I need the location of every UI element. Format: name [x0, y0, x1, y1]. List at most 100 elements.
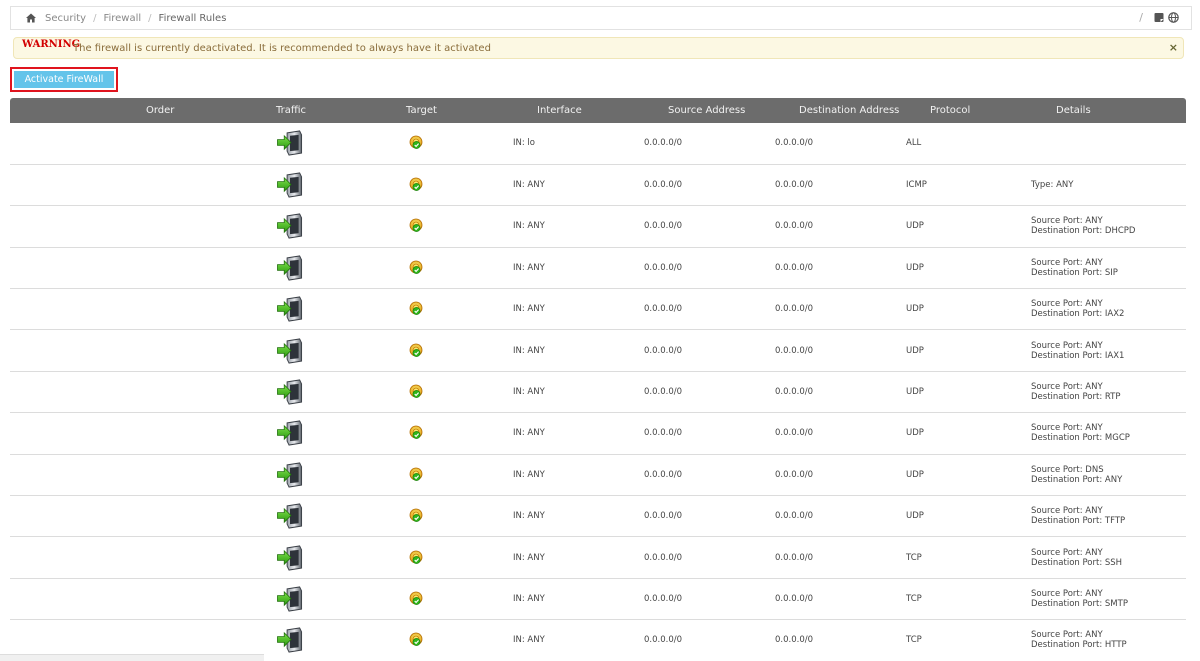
warning-message: The firewall is currently deactivated. I…: [73, 43, 491, 54]
table-row[interactable]: IN: ANY 0.0.0.0/0 0.0.0.0/0 UDP Source Port:…: [10, 288, 1186, 331]
details-line: Source Port: ANY: [1031, 630, 1103, 641]
cell-interface: IN: ANY: [513, 205, 644, 248]
table-row[interactable]: IN: ANY 0.0.0.0/0 0.0.0.0/0 TCP Source Port:…: [10, 536, 1186, 579]
details-line: Source Port: ANY: [1031, 340, 1103, 351]
cell-target: [386, 454, 513, 497]
cell-target: [386, 329, 513, 372]
cell-details: [1031, 123, 1186, 165]
table-row[interactable]: IN: lo 0.0.0.0/0 0.0.0.0/0 ALL: [10, 123, 1186, 165]
details-line: Source Port: DNS: [1031, 464, 1104, 475]
table-row[interactable]: IN: ANY 0.0.0.0/0 0.0.0.0/0 UDP Source Port:…: [10, 495, 1186, 538]
firewall-rules-table: Order Traffic Target Interface Source Ad…: [10, 98, 1186, 661]
cell-order: [10, 205, 253, 248]
table-row[interactable]: IN: ANY 0.0.0.0/0 0.0.0.0/0 TCP Source Port:…: [10, 578, 1186, 621]
traffic-in-icon: [276, 213, 303, 239]
cell-source-address: 0.0.0.0/0: [644, 454, 775, 497]
target-accept-icon: [409, 550, 423, 564]
cell-target: [386, 619, 513, 661]
traffic-in-icon: [276, 627, 303, 653]
table-row[interactable]: IN: ANY 0.0.0.0/0 0.0.0.0/0 UDP Source Port:…: [10, 454, 1186, 497]
table-row[interactable]: IN: ANY 0.0.0.0/0 0.0.0.0/0 ICMP Type: ANY: [10, 164, 1186, 207]
note-icon[interactable]: [1154, 12, 1165, 23]
details-line: Destination Port: RTP: [1031, 392, 1121, 403]
cell-target: [386, 288, 513, 331]
cell-interface: IN: ANY: [513, 454, 644, 497]
cell-details: Source Port: ANY Destination Port: IAX2: [1031, 288, 1186, 331]
horizontal-scrollbar[interactable]: [0, 654, 264, 661]
cell-traffic: [253, 578, 386, 621]
cell-protocol: UDP: [906, 205, 1031, 248]
column-header-protocol[interactable]: Protocol: [906, 98, 1031, 123]
column-header-interface[interactable]: Interface: [513, 98, 644, 123]
warning-label: WARNING: [22, 39, 81, 50]
cell-target: [386, 412, 513, 455]
breadcrumb-separator: /: [148, 12, 152, 24]
traffic-in-icon: [276, 420, 303, 446]
cell-interface: IN: ANY: [513, 329, 644, 372]
cell-order: [10, 288, 253, 331]
cell-protocol: UDP: [906, 495, 1031, 538]
breadcrumb-security[interactable]: Security: [45, 13, 86, 24]
globe-icon[interactable]: [1168, 12, 1179, 23]
cell-order: [10, 578, 253, 621]
column-header-destination-address[interactable]: Destination Address: [775, 98, 906, 123]
details-line: Destination Port: ANY: [1031, 474, 1123, 485]
cell-order: [10, 412, 253, 455]
details-line: Source Port: ANY: [1031, 588, 1103, 599]
table-row[interactable]: IN: ANY 0.0.0.0/0 0.0.0.0/0 UDP Source Port:…: [10, 412, 1186, 455]
cell-interface: IN: ANY: [513, 578, 644, 621]
column-header-traffic[interactable]: Traffic: [253, 98, 386, 123]
cell-order: [10, 495, 253, 538]
details-block: Source Port: ANY Destination Port: RTP: [1031, 382, 1121, 402]
breadcrumb-firewall[interactable]: Firewall: [103, 13, 141, 24]
traffic-in-icon: [276, 503, 303, 529]
cell-traffic: [253, 371, 386, 414]
cell-traffic: [253, 329, 386, 372]
activate-firewall-button[interactable]: Activate FireWall: [14, 71, 114, 88]
column-header-source-address[interactable]: Source Address: [644, 98, 775, 123]
details-block: Source Port: ANY Destination Port: IAX2: [1031, 299, 1124, 319]
cell-protocol: TCP: [906, 619, 1031, 661]
cell-destination-address: 0.0.0.0/0: [775, 205, 906, 248]
details-block: Source Port: ANY Destination Port: SIP: [1031, 258, 1118, 278]
traffic-in-icon: [276, 296, 303, 322]
details-line: Source Port: ANY: [1031, 216, 1103, 227]
target-accept-icon: [409, 218, 423, 233]
cell-order: [10, 247, 253, 290]
table-row[interactable]: IN: ANY 0.0.0.0/0 0.0.0.0/0 UDP Source Port:…: [10, 247, 1186, 290]
cell-source-address: 0.0.0.0/0: [644, 164, 775, 207]
cell-traffic: [253, 123, 386, 165]
cell-protocol: UDP: [906, 329, 1031, 372]
table-row[interactable]: IN: ANY 0.0.0.0/0 0.0.0.0/0 UDP Source Port:…: [10, 329, 1186, 372]
target-accept-icon: [409, 632, 423, 647]
cell-source-address: 0.0.0.0/0: [644, 247, 775, 290]
home-icon[interactable]: [25, 12, 37, 24]
cell-source-address: 0.0.0.0/0: [644, 371, 775, 414]
column-header-order[interactable]: Order: [10, 98, 253, 123]
target-accept-icon: [409, 260, 423, 275]
cell-target: [386, 164, 513, 207]
cell-traffic: [253, 495, 386, 538]
traffic-in-icon: [276, 545, 303, 571]
close-icon[interactable]: ×: [1169, 41, 1178, 54]
cell-protocol: ICMP: [906, 164, 1031, 207]
column-header-target[interactable]: Target: [386, 98, 513, 123]
traffic-in-icon: [276, 255, 303, 281]
cell-protocol: UDP: [906, 371, 1031, 414]
cell-source-address: 0.0.0.0/0: [644, 536, 775, 579]
column-header-details[interactable]: Details: [1031, 98, 1186, 123]
cell-target: [386, 371, 513, 414]
cell-target: [386, 495, 513, 538]
breadcrumb-firewall-rules: Firewall Rules: [158, 12, 227, 24]
table-row[interactable]: IN: ANY 0.0.0.0/0 0.0.0.0/0 UDP Source Port:…: [10, 371, 1186, 414]
cell-destination-address: 0.0.0.0/0: [775, 247, 906, 290]
cell-traffic: [253, 247, 386, 290]
cell-target: [386, 123, 513, 165]
cell-interface: IN: lo: [513, 123, 644, 165]
target-accept-icon: [409, 301, 423, 316]
target-accept-icon: [409, 384, 423, 399]
table-row[interactable]: IN: ANY 0.0.0.0/0 0.0.0.0/0 UDP Source Port:…: [10, 205, 1186, 248]
cell-order: [10, 536, 253, 579]
cell-source-address: 0.0.0.0/0: [644, 412, 775, 455]
cell-interface: IN: ANY: [513, 536, 644, 579]
